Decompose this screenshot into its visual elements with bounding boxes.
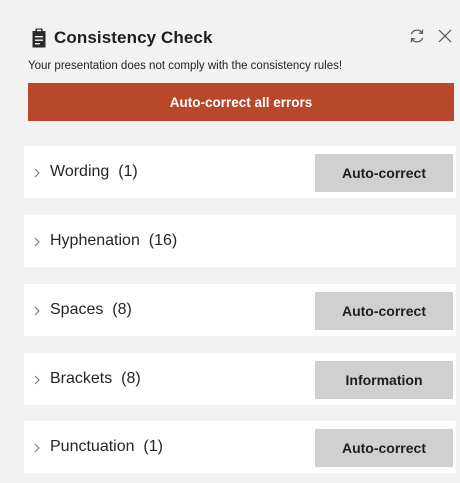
header-actions [408, 27, 454, 45]
wording-autocorrect-button[interactable]: Auto-correct [315, 154, 453, 192]
punctuation-autocorrect-button[interactable]: Auto-correct [315, 429, 453, 467]
group-hyphenation: Hyphenation (16) [24, 215, 456, 267]
chevron-right-icon [32, 235, 42, 247]
group-spaces: Spaces (8) Auto-correct [24, 284, 456, 336]
group-brackets: Brackets (8) Information [24, 353, 456, 405]
clipboard-icon [32, 28, 46, 48]
group-punctuation: Punctuation (1) Auto-correct [24, 421, 456, 473]
chevron-right-icon [32, 441, 42, 453]
group-hyphenation-toggle[interactable]: Hyphenation (16) [24, 215, 456, 267]
status-message: Your presentation does not comply with t… [28, 60, 343, 72]
group-label: Punctuation (1) [50, 438, 163, 455]
group-label: Hyphenation (16) [50, 232, 178, 249]
chevron-right-icon [32, 166, 42, 178]
group-label: Brackets (8) [50, 370, 141, 387]
group-wording: Wording (1) Auto-correct [24, 146, 456, 198]
chevron-right-icon [32, 373, 42, 385]
close-icon[interactable] [436, 27, 454, 45]
title-row: Consistency Check [32, 26, 213, 50]
brackets-information-button[interactable]: Information [315, 361, 453, 399]
panel-title: Consistency Check [54, 28, 213, 47]
panel-header: Consistency Check Your presentation does… [0, 0, 460, 140]
chevron-right-icon [32, 304, 42, 316]
autocorrect-all-button[interactable]: Auto-correct all errors [28, 83, 454, 121]
spaces-autocorrect-button[interactable]: Auto-correct [315, 292, 453, 330]
refresh-icon[interactable] [408, 27, 426, 45]
group-label: Spaces (8) [50, 301, 132, 318]
group-label: Wording (1) [50, 163, 138, 180]
